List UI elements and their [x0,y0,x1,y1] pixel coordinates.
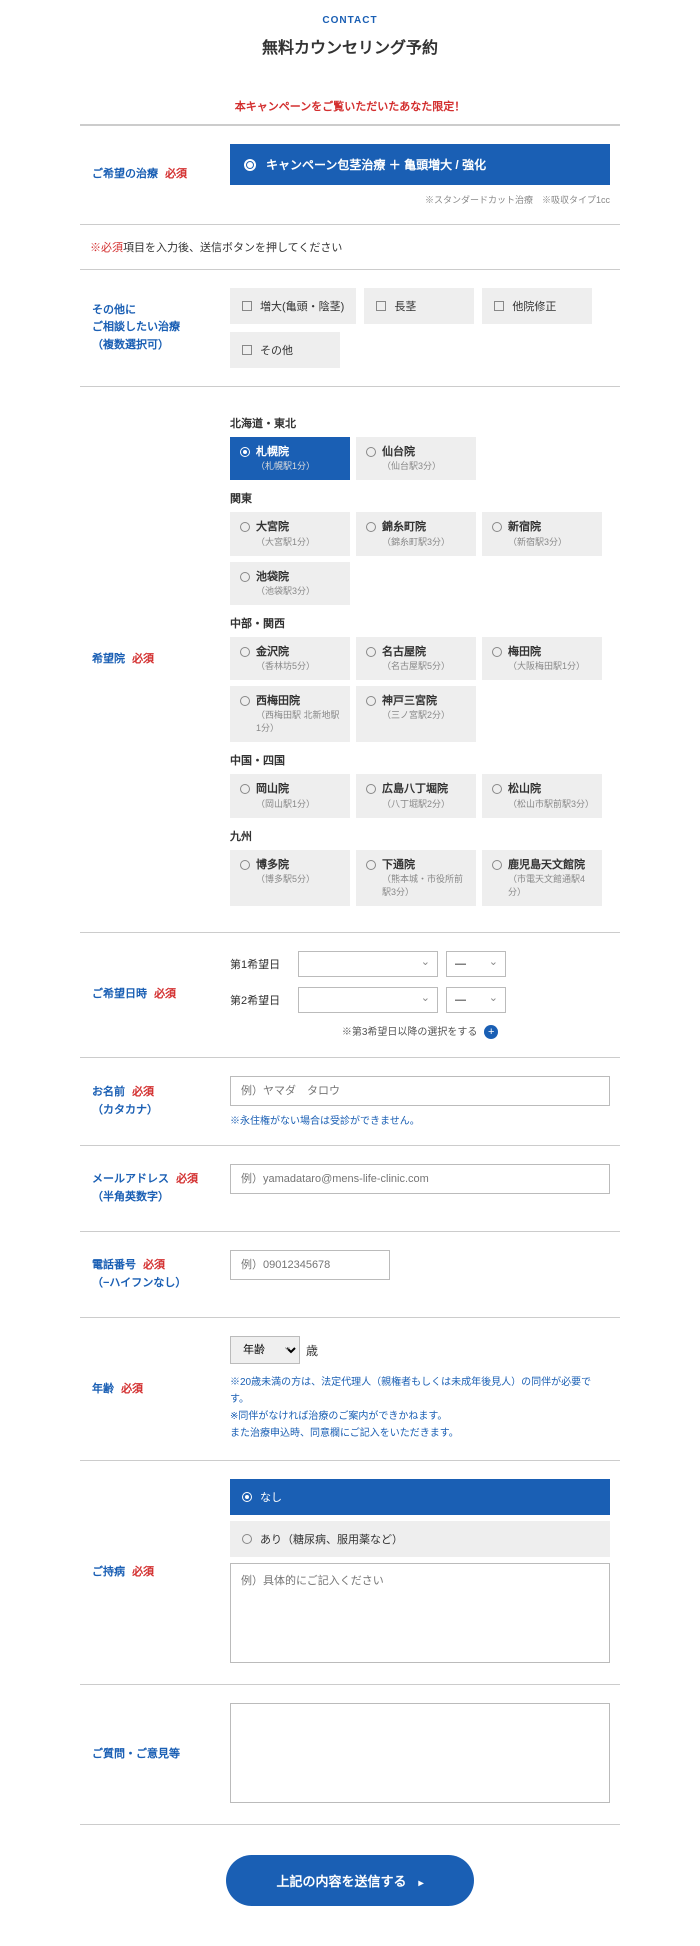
campaign-note: 本キャンペーンをご覧いただいたあなた限定！ [80,98,620,114]
region-label: 中部・関西 [230,615,610,631]
other-checkbox[interactable]: その他 [230,332,340,368]
plus-icon[interactable]: + [484,1025,498,1039]
checkbox-icon [242,345,252,355]
radio-icon [492,647,502,657]
email-label: メールアドレス 必須（半角英数字） [80,1146,220,1231]
disease-yes-option[interactable]: あり（糖尿病、服用薬など） [230,1521,610,1557]
treatment-label: ご希望の治療 必須 [80,126,220,224]
clinic-option[interactable]: 池袋院（池袋駅3分） [230,562,350,605]
clinic-option[interactable]: 松山院（松山市駅前駅3分） [482,774,602,817]
clinic-option[interactable]: 下通院（熊本城・市役所前駅3分） [356,850,476,906]
page-title: 無料カウンセリング予約 [80,34,620,58]
region-label: 北海道・東北 [230,415,610,431]
clinic-option[interactable]: 梅田院（大阪梅田駅1分） [482,637,602,680]
clinic-option[interactable]: 鹿児島天文館院（市電天文館通駅4分） [482,850,602,906]
checkbox-icon [242,301,252,311]
clinic-option[interactable]: 西梅田院（西梅田駅 北新地駅1分） [230,686,350,742]
radio-icon [366,647,376,657]
clinic-option[interactable]: 広島八丁堀院（八丁堀駅2分） [356,774,476,817]
phone-input[interactable] [230,1250,390,1280]
radio-icon [242,1534,252,1544]
name-note: ※永住権がない場合は受診ができません。 [230,1112,610,1127]
time1-select[interactable]: — [446,951,506,977]
submit-button[interactable]: 上記の内容を送信する [226,1855,473,1906]
add-date-note: ※第3希望日以降の選択をする [342,1027,478,1038]
other-checkbox[interactable]: 他院修正 [482,288,592,324]
clinic-label: 希望院 必須 [80,387,220,932]
radio-icon [366,522,376,532]
checkbox-icon [376,301,386,311]
radio-icon [492,860,502,870]
clinic-option[interactable]: 金沢院（香林坊5分） [230,637,350,680]
contact-label: CONTACT [80,15,620,26]
region-label: 関東 [230,490,610,506]
clinic-option[interactable]: 神戸三宮院（三ノ宮駅2分） [356,686,476,742]
date1-label: 第1希望日 [230,956,290,972]
treatment-fine-note: ※スタンダードカット治療 ※吸収タイプ1cc [230,193,610,206]
radio-icon [366,784,376,794]
disease-label: ご持病 必須 [80,1461,220,1684]
clinic-option[interactable]: 錦糸町院（錦糸町駅3分） [356,512,476,555]
radio-icon [492,522,502,532]
disease-textarea[interactable] [230,1563,610,1663]
disease-none-option[interactable]: なし [230,1479,610,1515]
clinic-option[interactable]: 仙台院（仙台駅3分） [356,437,476,480]
other-checkbox[interactable]: 長茎 [364,288,474,324]
required-note: ※必須項目を入力後、送信ボタンを押してください [90,239,620,255]
radio-icon [492,784,502,794]
email-input[interactable] [230,1164,610,1194]
clinic-option[interactable]: 大宮院（大宮駅1分） [230,512,350,555]
divider [80,224,620,225]
radio-icon [240,784,250,794]
radio-icon [240,647,250,657]
checkbox-icon [494,301,504,311]
radio-icon [244,159,256,171]
clinic-option[interactable]: 博多院（博多駅5分） [230,850,350,906]
age-label: 年齢 必須 [80,1318,220,1460]
divider [80,1824,620,1825]
question-textarea[interactable] [230,1703,610,1803]
region-label: 中国・四国 [230,752,610,768]
name-input[interactable] [230,1076,610,1106]
radio-icon [240,696,250,706]
question-label: ご質問・ご意見等 [80,1685,220,1824]
radio-icon [242,1492,252,1502]
radio-icon [366,860,376,870]
radio-icon [240,447,250,457]
other-label: その他にご相談したい治療（複数選択可） [80,270,220,386]
age-note: ※20歳未満の方は、法定代理人（親権者もしくは未成年後見人）の同伴が必要です。 … [230,1374,610,1442]
treatment-selected-option[interactable]: キャンペーン包茎治療 ＋ 亀頭増大 / 強化 [230,144,610,185]
clinic-option[interactable]: 岡山院（岡山駅1分） [230,774,350,817]
date2-label: 第2希望日 [230,992,290,1008]
age-select[interactable]: 年齢 [230,1336,300,1364]
radio-icon [366,447,376,457]
name-label: お名前 必須（カタカナ） [80,1058,220,1145]
time2-select[interactable]: — [446,987,506,1013]
radio-icon [366,696,376,706]
other-checkbox[interactable]: 増大(亀頭・陰茎) [230,288,356,324]
phone-label: 電話番号 必須（−ハイフンなし） [80,1232,220,1317]
region-label: 九州 [230,828,610,844]
clinic-option[interactable]: 新宿院（新宿駅3分） [482,512,602,555]
date1-select[interactable] [298,951,438,977]
radio-icon [240,522,250,532]
radio-icon [240,860,250,870]
datetime-label: ご希望日時 必須 [80,933,220,1057]
clinic-option[interactable]: 札幌院（札幌駅1分） [230,437,350,480]
clinic-option[interactable]: 名古屋院（名古屋駅5分） [356,637,476,680]
age-unit: 歳 [306,1342,318,1359]
date2-select[interactable] [298,987,438,1013]
radio-icon [240,572,250,582]
